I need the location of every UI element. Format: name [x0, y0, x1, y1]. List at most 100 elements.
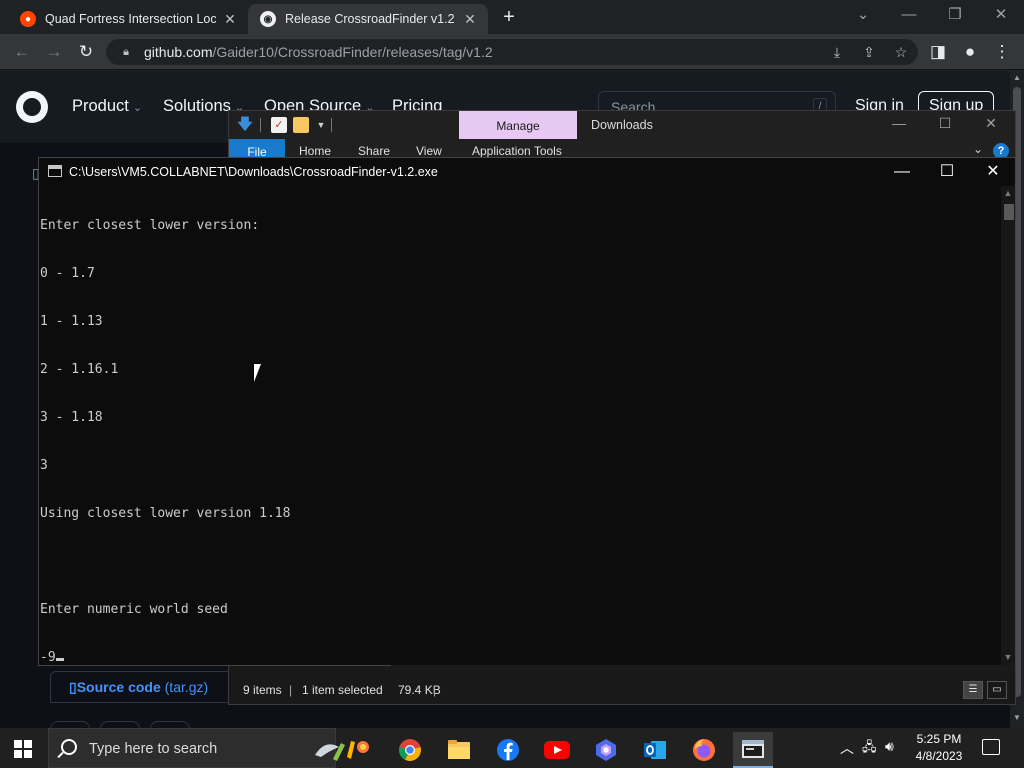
- close-window-button[interactable]: ✕: [986, 4, 1016, 26]
- ribbon-tab-application-tools[interactable]: Application Tools: [472, 144, 562, 158]
- outlook-taskbar-button[interactable]: [635, 732, 675, 768]
- console-line: 0 - 1.7: [40, 266, 95, 281]
- chrome-taskbar-button[interactable]: [390, 732, 430, 768]
- new-folder-icon[interactable]: [293, 117, 309, 133]
- desktop-screen: ● Quad Fortress Intersection Locati ✕ ◉ …: [0, 0, 1024, 768]
- taskbar-clock[interactable]: 5:25 PM 4/8/2023: [908, 731, 970, 765]
- profile-icon[interactable]: ●: [958, 40, 982, 64]
- search-icon: [61, 739, 77, 755]
- browser-tab-strip: ● Quad Fortress Intersection Locati ✕ ◉ …: [0, 0, 1024, 34]
- ribbon-tab-view[interactable]: View: [416, 144, 442, 158]
- chrome-icon: [399, 739, 421, 761]
- mouse-pointer-icon: [254, 364, 268, 382]
- windows-taskbar: Type here to search ︿ 🖧︎ 🔊︎ 5:25 PM 4/8/…: [0, 728, 1024, 768]
- taskbar-search-placeholder: Type here to search: [89, 741, 218, 757]
- browser-tab-reddit[interactable]: ● Quad Fortress Intersection Locati ✕: [8, 4, 248, 34]
- console-input-line[interactable]: -9: [40, 650, 1001, 666]
- close-tab-icon[interactable]: ✕: [222, 11, 238, 28]
- reload-button[interactable]: ↻: [74, 40, 98, 64]
- explorer-title: Downloads: [591, 118, 653, 132]
- copilot-icon: [596, 739, 616, 761]
- url-text: github.com/Gaider10/CrossroadFinder/rele…: [144, 44, 493, 60]
- console-line: Enter closest lower version:: [40, 218, 260, 233]
- console-line: 3 - 1.18: [40, 410, 103, 425]
- forward-button[interactable]: →: [42, 40, 66, 64]
- bookmark-star-icon[interactable]: ☆: [892, 42, 910, 62]
- windows-start-icon[interactable]: [14, 740, 32, 758]
- back-button[interactable]: ←: [10, 40, 34, 64]
- text-cursor: [55, 658, 64, 661]
- menu-kebab-icon[interactable]: ⋮: [990, 40, 1014, 64]
- facebook-taskbar-button[interactable]: [488, 732, 528, 768]
- ribbon-tab-home[interactable]: Home: [299, 144, 331, 158]
- explorer-minimize-button[interactable]: —: [886, 115, 912, 131]
- taskbar-search-box[interactable]: Type here to search: [48, 728, 369, 768]
- expand-ribbon-chevron-icon[interactable]: ⌄: [973, 142, 983, 156]
- browser-tab-github[interactable]: ◉ Release CrossroadFinder v1.2 · Gi ✕: [248, 4, 488, 34]
- firefox-icon: [693, 739, 715, 761]
- nav-product[interactable]: Product ⌄: [72, 97, 142, 116]
- quick-access-dropdown-icon[interactable]: ▼: [313, 117, 329, 133]
- console-scrollbar-thumb[interactable]: [1004, 204, 1014, 220]
- file-explorer-taskbar-button[interactable]: [439, 732, 479, 768]
- explorer-close-button[interactable]: ✕: [978, 115, 1004, 132]
- scroll-up-arrow-icon[interactable]: ▲: [1012, 73, 1022, 85]
- download-arrow-icon[interactable]: 🡇: [237, 117, 253, 133]
- github-logo-icon[interactable]: [16, 91, 48, 123]
- console-line: Enter numeric world seed: [40, 602, 228, 617]
- lock-icon[interactable]: 🔒︎: [120, 46, 132, 58]
- file-explorer-icon: [448, 740, 470, 759]
- console-maximize-button[interactable]: ☐: [924, 160, 970, 184]
- scroll-down-arrow-icon[interactable]: ▼: [1003, 652, 1013, 662]
- tab-search-chevron-icon[interactable]: ⌄: [848, 4, 878, 26]
- ribbon-tab-share[interactable]: Share: [358, 144, 390, 158]
- volume-icon[interactable]: 🔊︎: [885, 738, 894, 755]
- share-icon[interactable]: ⇪: [860, 42, 878, 62]
- console-title: C:\Users\VM5.COLLABNET\Downloads\Crossro…: [69, 165, 438, 179]
- properties-icon[interactable]: ✓: [271, 117, 287, 133]
- console-titlebar: C:\Users\VM5.COLLABNET\Downloads\Crossro…: [39, 158, 1015, 186]
- reddit-icon: ●: [20, 11, 36, 27]
- new-tab-button[interactable]: +: [498, 6, 520, 28]
- install-app-icon[interactable]: ⤓: [828, 42, 846, 62]
- console-line: 3: [40, 458, 48, 473]
- console-line: 1 - 1.13: [40, 314, 103, 329]
- console-line: Using closest lower version 1.18: [40, 506, 291, 521]
- clock-time: 5:25 PM: [916, 732, 962, 746]
- console-minimize-button[interactable]: —: [879, 160, 925, 184]
- explorer-maximize-button[interactable]: ☐: [932, 115, 958, 132]
- minimize-button[interactable]: —: [894, 4, 924, 26]
- scroll-down-arrow-icon[interactable]: ▼: [1012, 713, 1022, 725]
- address-bar[interactable]: 🔒︎ github.com/Gaider10/CrossroadFinder/r…: [106, 39, 918, 65]
- youtube-icon: [544, 741, 570, 759]
- console-horizontal-scrollbar[interactable]: [391, 665, 1015, 671]
- console-close-button[interactable]: ✕: [970, 160, 1016, 184]
- youtube-taskbar-button[interactable]: [537, 732, 577, 768]
- console-line: 2 - 1.16.1: [40, 362, 119, 377]
- clock-date: 4/8/2023: [915, 749, 963, 763]
- console-window: C:\Users\VM5.COLLABNET\Downloads\Crossro…: [38, 157, 1016, 671]
- side-panel-icon[interactable]: ◨: [926, 40, 950, 64]
- console-scrollbar[interactable]: ▲ ▼: [1001, 186, 1015, 665]
- manage-context-tab[interactable]: Manage: [459, 111, 577, 139]
- firefox-taskbar-button[interactable]: [684, 732, 724, 768]
- tab-title: Quad Fortress Intersection Locati: [45, 12, 216, 26]
- close-tab-icon[interactable]: ✕: [462, 11, 478, 28]
- browser-toolbar: ← → ↻ 🔒︎ github.com/Gaider10/CrossroadFi…: [0, 34, 1024, 70]
- tab-title: Release CrossroadFinder v1.2 · Gi: [285, 12, 456, 26]
- console-output[interactable]: Enter closest lower version: 0 - 1.7 1 -…: [39, 186, 1001, 665]
- show-hidden-icons-chevron-icon[interactable]: ︿: [840, 738, 854, 758]
- facebook-icon: [497, 739, 519, 761]
- notifications-icon[interactable]: [982, 739, 1000, 755]
- console-icon: [742, 740, 764, 758]
- search-highlight-art-icon: [315, 741, 369, 761]
- console-input[interactable]: -9: [40, 650, 56, 665]
- scroll-up-arrow-icon[interactable]: ▲: [1003, 188, 1013, 198]
- console-taskbar-button[interactable]: [733, 732, 773, 768]
- copilot-taskbar-button[interactable]: [586, 732, 626, 768]
- outlook-icon: [644, 741, 666, 759]
- restore-button[interactable]: ❐: [940, 4, 970, 26]
- network-icon[interactable]: 🖧︎: [862, 738, 877, 760]
- console-app-icon: [48, 165, 62, 177]
